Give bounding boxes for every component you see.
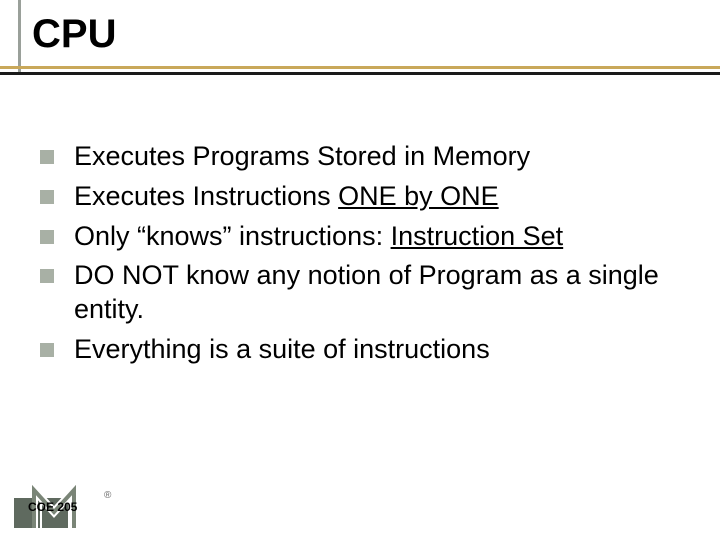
list-item: Only “knows” instructions: Instruction S… [40,220,700,254]
square-bullet-icon [40,269,54,283]
bullet-text: Executes Instructions ONE by ONE [74,180,499,214]
bullet-list: Executes Programs Stored in Memory Execu… [40,140,700,373]
list-item: Everything is a suite of instructions [40,333,700,367]
bullet-text-plain: Everything is a suite of instructions [74,334,490,364]
header-rule-gold [0,66,720,69]
square-bullet-icon [40,230,54,244]
slide-title: CPU [0,12,720,57]
bullet-text-underline: Instruction Set [391,221,564,251]
course-code: COE 205 [28,500,77,514]
bullet-text-plain: Only “knows” instructions: [74,221,391,251]
bullet-text: Everything is a suite of instructions [74,333,490,367]
bullet-text-underline: ONE by ONE [338,181,499,211]
square-bullet-icon [40,190,54,204]
bullet-text-plain: DO NOT know any notion of Program as a s… [74,260,659,324]
header-vertical-rule [18,0,21,72]
bullet-text-plain: Executes Programs Stored in Memory [74,141,530,171]
list-item: Executes Instructions ONE by ONE [40,180,700,214]
bullet-text: Only “knows” instructions: Instruction S… [74,220,563,254]
bullet-text: DO NOT know any notion of Program as a s… [74,259,700,327]
header-rule-dark [0,72,720,75]
square-bullet-icon [40,150,54,164]
list-item: Executes Programs Stored in Memory [40,140,700,174]
bullet-text: Executes Programs Stored in Memory [74,140,530,174]
bullet-text-plain: Executes Instructions [74,181,338,211]
slide-header: CPU [0,0,720,57]
registered-mark: ® [104,490,111,501]
list-item: DO NOT know any notion of Program as a s… [40,259,700,327]
square-bullet-icon [40,343,54,357]
